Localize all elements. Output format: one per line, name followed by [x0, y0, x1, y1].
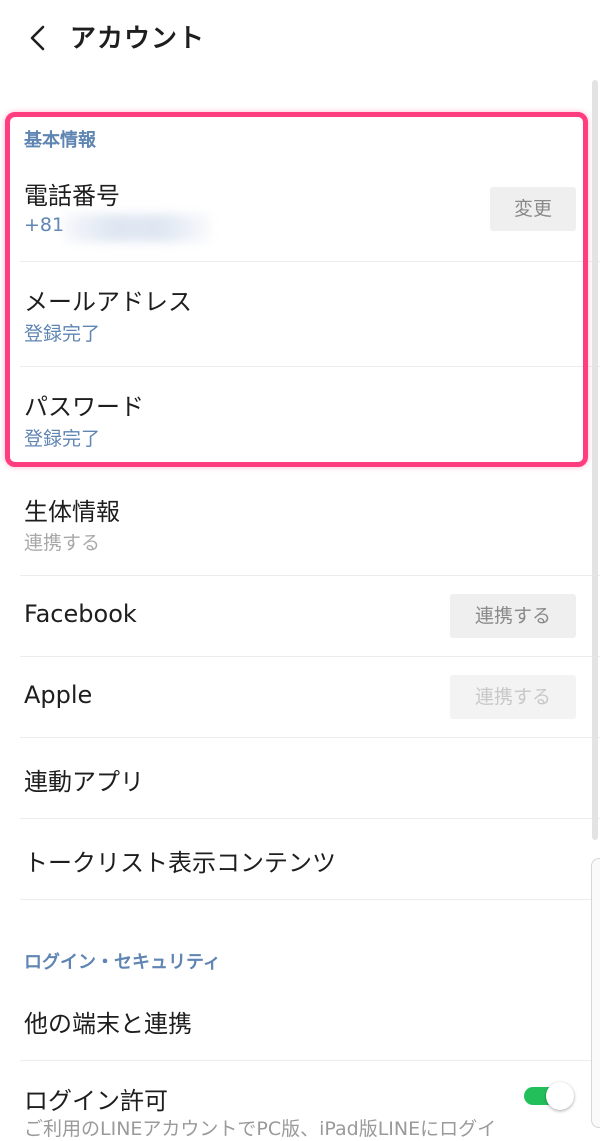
linked-apps-title: 連動アプリ [24, 768, 144, 796]
apple-link-button[interactable]: 連携する [450, 675, 576, 719]
other-devices-row[interactable]: 他の端末と連携 [0, 980, 600, 1060]
apple-title: Apple [24, 681, 93, 709]
password-title: パスワード [24, 393, 144, 421]
divider [20, 899, 600, 900]
header-bar: アカウント [0, 0, 600, 80]
scrollbar[interactable] [592, 80, 598, 840]
facebook-link-button[interactable]: 連携する [450, 594, 576, 638]
login-permission-toggle[interactable] [522, 1080, 574, 1110]
change-phone-button[interactable]: 変更 [490, 187, 576, 231]
email-row[interactable]: メールアドレス 登録完了 [0, 262, 600, 366]
section-header-basic-info: 基本情報 [24, 130, 96, 151]
page-title: アカウント [70, 24, 206, 54]
talk-list-content-row[interactable]: トークリスト表示コンテンツ [0, 819, 600, 899]
toggle-knob [546, 1082, 574, 1110]
chevron-left-icon[interactable] [22, 22, 54, 54]
edge-panel-handle[interactable] [591, 858, 600, 1128]
email-title: メールアドレス [24, 288, 192, 316]
login-permission-title: ログイン許可 [24, 1087, 168, 1115]
login-permission-description: ご利用のLINEアカウントでPC版、iPad版LINEにログイ [24, 1118, 497, 1140]
biometric-title: 生体情報 [24, 498, 120, 526]
biometric-status: 連携する [24, 532, 101, 554]
talk-list-content-title: トークリスト表示コンテンツ [24, 849, 336, 877]
password-status: 登録完了 [24, 428, 101, 450]
other-devices-title: 他の端末と連携 [24, 1010, 192, 1038]
biometric-row[interactable]: 生体情報 連携する [0, 472, 600, 575]
email-status: 登録完了 [24, 323, 101, 345]
password-row[interactable]: パスワード 登録完了 [0, 367, 600, 467]
facebook-title: Facebook [24, 600, 137, 628]
section-header-login-security: ログイン・セキュリティ [24, 952, 221, 973]
linked-apps-row[interactable]: 連動アプリ [0, 738, 600, 818]
phone-number-title: 電話番号 [24, 182, 120, 210]
phone-number-value: +81 [24, 214, 65, 236]
phone-number-redaction [62, 214, 212, 242]
